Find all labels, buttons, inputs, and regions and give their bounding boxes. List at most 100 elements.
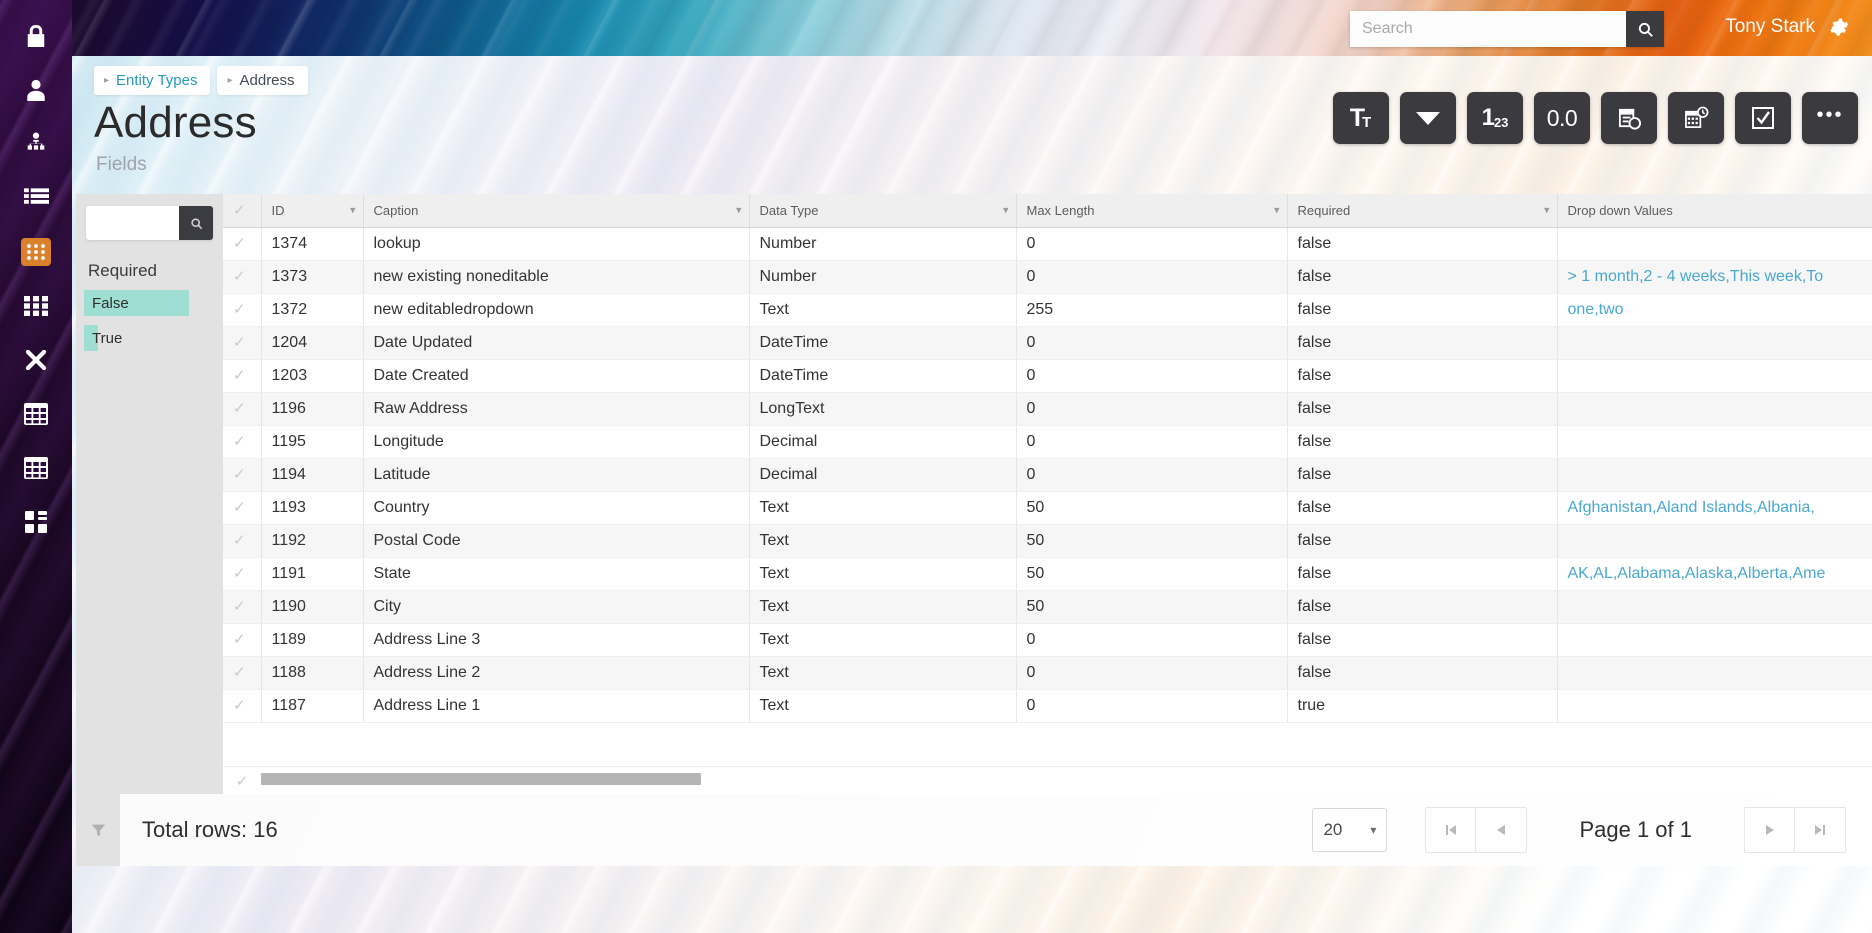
add-datetime-field-button[interactable] <box>1668 92 1724 144</box>
search-input[interactable] <box>1350 11 1626 47</box>
facet-option-true[interactable]: True <box>84 325 223 351</box>
row-select-checkbox[interactable]: ✓ <box>223 227 262 261</box>
more-options-button[interactable]: ••• <box>1802 92 1858 144</box>
sidebar-item-table-alt[interactable] <box>0 441 72 495</box>
table-row[interactable]: ✓ 1196 Raw Address LongText 0 false <box>223 392 1872 426</box>
add-number-field-button[interactable]: 1 23 <box>1467 92 1523 144</box>
cell-max-length: 0 <box>1016 359 1288 393</box>
row-select-checkbox[interactable]: ✓ <box>223 557 262 591</box>
settings-button[interactable] <box>1829 17 1850 38</box>
row-select-checkbox[interactable]: ✓ <box>223 359 262 393</box>
total-rows-label: Total rows: 16 <box>142 817 278 842</box>
column-header-caption[interactable]: Caption ▾ <box>363 194 750 228</box>
table-row[interactable]: ✓ 1374 lookup Number 0 false <box>223 227 1872 261</box>
first-page-button[interactable] <box>1426 808 1477 852</box>
filter-toggle-button[interactable] <box>76 794 120 866</box>
user-menu: Tony Stark <box>1725 16 1850 38</box>
table-row[interactable]: ✓ 1188 Address Line 2 Text 0 false <box>223 656 1872 690</box>
check-icon: ✓ <box>233 202 246 220</box>
column-header-id[interactable]: ID ▾ <box>261 194 364 228</box>
table-row[interactable]: ✓ 1195 Longitude Decimal 0 false <box>223 425 1872 459</box>
table-row[interactable]: ✓ 1373 new existing noneditable Number 0 fals… <box>223 260 1872 294</box>
row-select-checkbox[interactable]: ✓ <box>223 689 262 723</box>
prev-page-button[interactable] <box>1476 808 1527 852</box>
table-row[interactable]: ✓ 1189 Address Line 3 Text 0 false <box>223 623 1872 657</box>
sidebar-item-list[interactable] <box>0 171 72 225</box>
chevron-down-icon[interactable]: ▾ <box>1003 204 1009 217</box>
cell-id: 1194 <box>261 458 364 492</box>
cell-required: false <box>1287 260 1558 294</box>
chevron-down-icon[interactable]: ▾ <box>1274 204 1280 217</box>
breadcrumb-item-address[interactable]: ▸ Address <box>217 66 308 95</box>
last-page-button[interactable] <box>1795 808 1845 852</box>
facet-search-input[interactable] <box>86 206 179 240</box>
fields-table: ✓ ID ▾ Caption ▾ Data Type ▾ Max Length … <box>223 194 1872 723</box>
breadcrumb-item-entity-types[interactable]: ▸ Entity Types <box>94 66 211 95</box>
calendar-datetime-icon <box>1684 106 1708 128</box>
row-select-checkbox[interactable]: ✓ <box>223 293 262 327</box>
facet-option-false[interactable]: False <box>84 290 223 316</box>
sidebar-item-hierarchy[interactable] <box>0 117 72 171</box>
check-icon: ✓ <box>233 334 246 351</box>
sidebar-item-modules[interactable] <box>0 495 72 549</box>
sidebar-item-home-lock[interactable] <box>0 9 72 63</box>
chevron-down-icon[interactable]: ▾ <box>1544 204 1550 217</box>
cell-dd <box>1557 425 1872 459</box>
column-header-data-type[interactable]: Data Type ▾ <box>749 194 1017 228</box>
row-select-checkbox[interactable]: ✓ <box>223 260 262 294</box>
cell-caption: Postal Code <box>363 524 750 558</box>
page-size-select[interactable]: 20 ▾ <box>1312 808 1388 852</box>
table-row[interactable]: ✓ 1191 State Text 50 false AK,AL,Alabama,Alask… <box>223 557 1872 591</box>
cell-caption: Address Line 2 <box>363 656 750 690</box>
cell-required: false <box>1287 491 1558 525</box>
row-select-checkbox[interactable]: ✓ <box>223 326 262 360</box>
add-dropdown-field-button[interactable] <box>1400 92 1456 144</box>
table-row[interactable]: ✓ 1372 new editabledropdown Text 255 false one… <box>223 293 1872 327</box>
column-header-max-length[interactable]: Max Length ▾ <box>1016 194 1288 228</box>
user-name[interactable]: Tony Stark <box>1725 16 1815 38</box>
sidebar-item-entity-types[interactable] <box>0 225 72 279</box>
column-header-dropdown-values[interactable]: Drop down Values <box>1557 194 1872 228</box>
add-date-field-button[interactable] <box>1601 92 1657 144</box>
table-row[interactable]: ✓ 1204 Date Updated DateTime 0 false <box>223 326 1872 360</box>
column-header-select-all[interactable]: ✓ <box>223 194 262 228</box>
table-row[interactable]: ✓ 1203 Date Created DateTime 0 false <box>223 359 1872 393</box>
row-select-checkbox[interactable]: ✓ <box>223 425 262 459</box>
table-row[interactable]: ✓ 1194 Latitude Decimal 0 false <box>223 458 1872 492</box>
sidebar-item-user[interactable] <box>0 63 72 117</box>
next-page-button[interactable] <box>1745 808 1795 852</box>
add-decimal-field-button[interactable]: 0.0 <box>1534 92 1590 144</box>
row-select-checkbox[interactable]: ✓ <box>223 524 262 558</box>
chevron-down-icon[interactable]: ▾ <box>736 204 742 217</box>
sidebar-item-apps-grid[interactable] <box>0 279 72 333</box>
horizontal-scrollbar[interactable] <box>261 773 1872 785</box>
modules-icon <box>21 508 51 536</box>
table-row[interactable]: ✓ 1192 Postal Code Text 50 false <box>223 524 1872 558</box>
table-row[interactable]: ✓ 1190 City Text 50 false <box>223 590 1872 624</box>
row-select-checkbox[interactable]: ✓ <box>223 491 262 525</box>
table-row[interactable]: ✓ 1187 Address Line 1 Text 0 true <box>223 689 1872 723</box>
cell-required: false <box>1287 425 1558 459</box>
search-button[interactable] <box>1626 11 1664 47</box>
row-select-checkbox[interactable]: ✓ <box>223 656 262 690</box>
row-select-checkbox[interactable]: ✓ <box>223 772 261 790</box>
row-select-checkbox[interactable]: ✓ <box>223 458 262 492</box>
sidebar-rail <box>0 0 72 933</box>
row-select-checkbox[interactable]: ✓ <box>223 623 262 657</box>
column-header-required[interactable]: Required ▾ <box>1287 194 1558 228</box>
chevron-down-icon[interactable]: ▾ <box>350 204 356 217</box>
sidebar-item-close[interactable] <box>0 333 72 387</box>
row-select-checkbox[interactable]: ✓ <box>223 392 262 426</box>
calendar-clock-icon <box>1618 108 1641 130</box>
prev-page-icon <box>1497 825 1506 835</box>
facet-search-button[interactable] <box>179 206 213 240</box>
horizontal-scrollbar-thumb[interactable] <box>261 773 701 785</box>
next-page-icon <box>1765 825 1774 835</box>
add-text-field-button[interactable]: TT <box>1333 92 1389 144</box>
table-row[interactable]: ✓ 1193 Country Text 50 false Afghanistan,Aland… <box>223 491 1872 525</box>
cell-max-length: 50 <box>1016 557 1288 591</box>
row-select-checkbox[interactable]: ✓ <box>223 590 262 624</box>
table-icon <box>21 400 51 428</box>
sidebar-item-table[interactable] <box>0 387 72 441</box>
add-boolean-field-button[interactable] <box>1735 92 1791 144</box>
